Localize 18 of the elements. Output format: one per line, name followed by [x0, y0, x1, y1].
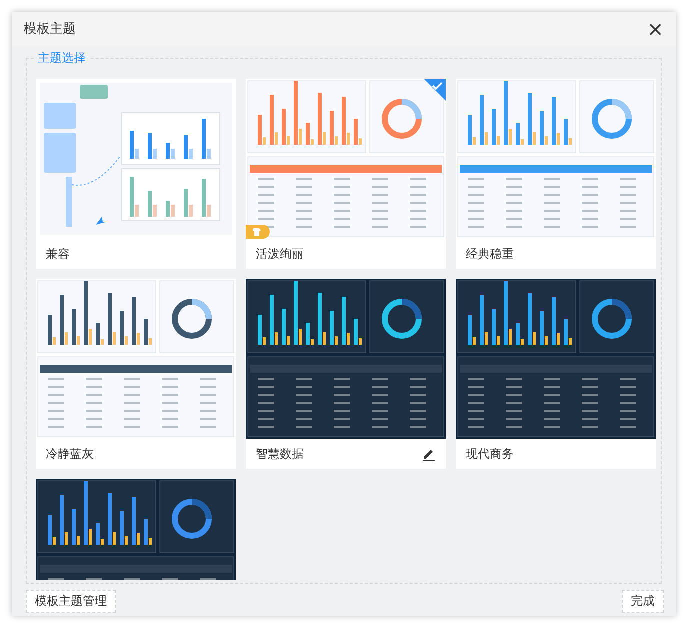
theme-name: 活泼绚丽 [256, 246, 304, 262]
theme-card[interactable]: 现代商务 [456, 279, 656, 469]
close-button[interactable]: × [645, 19, 666, 39]
dialog-title: 模板主题 [24, 21, 76, 38]
theme-name: 兼容 [46, 246, 70, 262]
pencil-icon[interactable] [422, 447, 436, 461]
theme-name: 经典稳重 [466, 246, 514, 262]
theme-card[interactable]: 智慧数据 [246, 279, 446, 469]
section-legend: 主题选择 [35, 50, 89, 67]
theme-name: 冷静蓝灰 [46, 446, 94, 462]
theme-name: 现代商务 [466, 446, 514, 462]
done-button[interactable]: 完成 [622, 590, 664, 613]
theme-name: 智慧数据 [256, 446, 304, 462]
manage-themes-button[interactable]: 模板主题管理 [26, 590, 116, 613]
theme-card[interactable]: 活泼绚丽 [246, 79, 446, 269]
theme-card[interactable]: 冷静蓝灰 [36, 279, 236, 469]
theme-card[interactable]: 经典稳重 [456, 79, 656, 269]
check-icon [424, 79, 446, 101]
